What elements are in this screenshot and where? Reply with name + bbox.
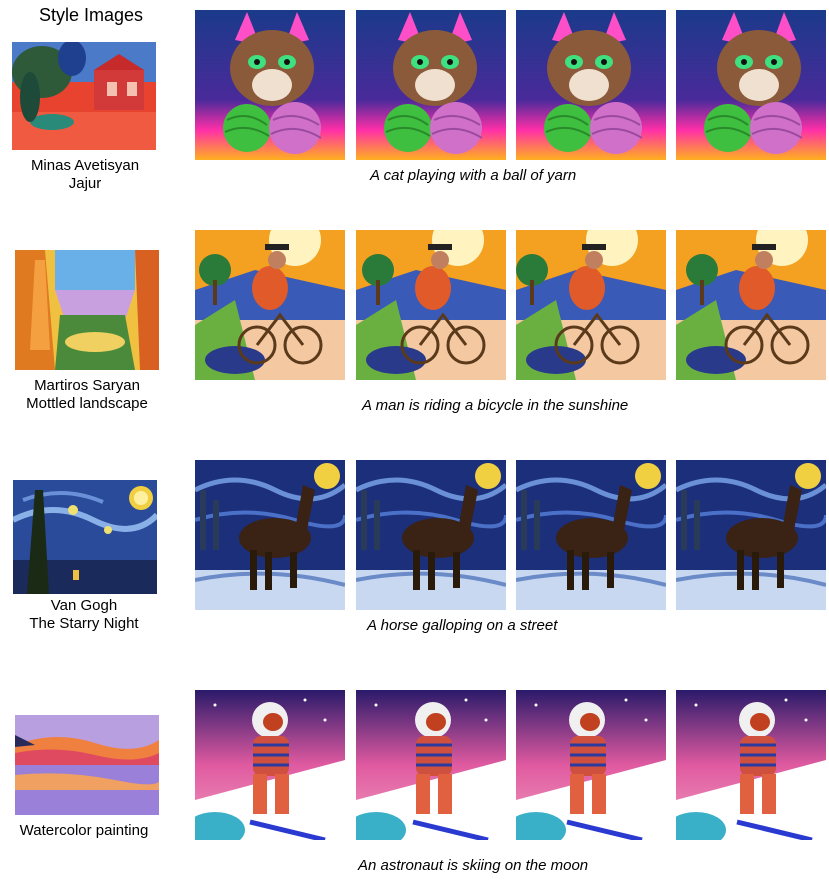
- style-caption-2: Martiros Saryan Mottled landscape: [7, 377, 167, 413]
- generated-image-horse-2: [356, 460, 506, 610]
- prompt-caption-4: An astronaut is skiing on the moon: [358, 857, 589, 874]
- generated-image-astronaut-1: [195, 690, 345, 840]
- style-artwork-title: Mottled landscape: [26, 395, 148, 412]
- style-caption-3: Van Gogh The Starry Night: [4, 597, 164, 633]
- generated-image-bicycle-1: [195, 230, 345, 380]
- style-image-starry-night: [13, 480, 157, 594]
- style-artwork-title: Jajur: [68, 175, 102, 192]
- style-artist-name: Watercolor painting: [19, 822, 149, 839]
- style-caption-1: Minas Avetisyan Jajur: [5, 157, 165, 193]
- generated-image-cat-3: [516, 10, 666, 160]
- style-artist-name: Martiros Saryan: [34, 377, 140, 394]
- generated-image-bicycle-2: [356, 230, 506, 380]
- generated-image-cat-2: [356, 10, 506, 160]
- style-artist-name: Minas Avetisyan: [30, 157, 140, 174]
- generated-image-astronaut-4: [676, 690, 826, 840]
- generated-image-bicycle-4: [676, 230, 826, 380]
- prompt-caption-3: A horse galloping on a street: [367, 617, 558, 634]
- generated-image-astronaut-2: [356, 690, 506, 840]
- prompt-caption-1: A cat playing with a ball of yarn: [370, 167, 577, 184]
- style-artwork-title: The Starry Night: [29, 615, 139, 632]
- style-image-watercolor: [15, 715, 159, 815]
- generated-image-horse-4: [676, 460, 826, 610]
- style-caption-4: Watercolor painting: [4, 822, 164, 840]
- style-images-header: Style Images: [38, 5, 144, 25]
- generated-image-horse-1: [195, 460, 345, 610]
- style-image-martiros-saryan: [15, 250, 159, 370]
- style-artist-name: Van Gogh: [50, 597, 118, 614]
- generated-image-astronaut-3: [516, 690, 666, 840]
- generated-image-cat-4: [676, 10, 826, 160]
- generated-image-bicycle-3: [516, 230, 666, 380]
- generated-image-horse-3: [516, 460, 666, 610]
- style-image-minas-avetisyan-jajur: [12, 42, 156, 150]
- generated-image-cat-1: [195, 10, 345, 160]
- prompt-caption-2: A man is riding a bicycle in the sunshin…: [362, 397, 629, 414]
